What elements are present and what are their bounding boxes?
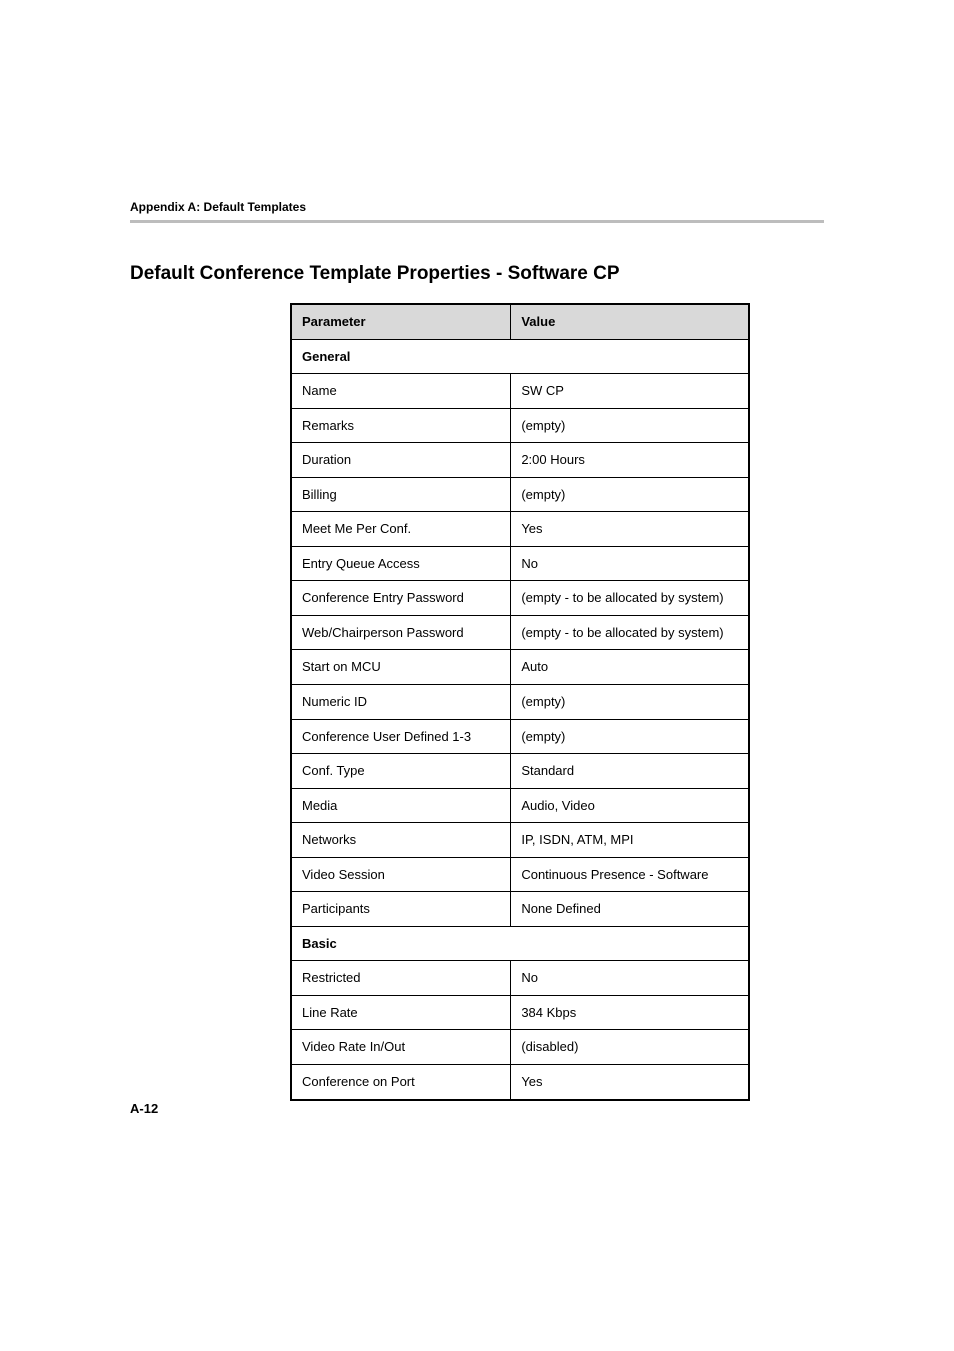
cell-param: Conference on Port (291, 1065, 511, 1100)
table-row: ParticipantsNone Defined (291, 892, 749, 927)
table-row: Conference User Defined 1-3(empty) (291, 719, 749, 754)
cell-param: Conference User Defined 1-3 (291, 719, 511, 754)
cell-value: Yes (511, 512, 749, 547)
table-row: Conf. TypeStandard (291, 754, 749, 789)
table-row: MediaAudio, Video (291, 788, 749, 823)
page-title: Default Conference Template Properties -… (130, 263, 824, 285)
table-row: Line Rate384 Kbps (291, 995, 749, 1030)
header-divider (130, 220, 824, 223)
cell-param: Media (291, 788, 511, 823)
cell-param: Meet Me Per Conf. (291, 512, 511, 547)
cell-value: Standard (511, 754, 749, 789)
cell-value: (empty) (511, 477, 749, 512)
table-row: Billing(empty) (291, 477, 749, 512)
cell-param: Line Rate (291, 995, 511, 1030)
cell-param: Duration (291, 443, 511, 478)
cell-value: 2:00 Hours (511, 443, 749, 478)
cell-param: Conf. Type (291, 754, 511, 789)
cell-param: Web/Chairperson Password (291, 615, 511, 650)
cell-param: Video Session (291, 857, 511, 892)
cell-value: Yes (511, 1065, 749, 1100)
table-row: Numeric ID(empty) (291, 685, 749, 720)
table-row: Conference Entry Password(empty - to be … (291, 581, 749, 616)
cell-param: Billing (291, 477, 511, 512)
table-row: Web/Chairperson Password(empty - to be a… (291, 615, 749, 650)
cell-value: IP, ISDN, ATM, MPI (511, 823, 749, 858)
cell-value: (empty) (511, 719, 749, 754)
cell-value: SW CP (511, 374, 749, 409)
table-row: Remarks(empty) (291, 408, 749, 443)
table-row: Video Rate In/Out(disabled) (291, 1030, 749, 1065)
running-header: Appendix A: Default Templates (130, 200, 824, 214)
column-header-value: Value (511, 304, 749, 339)
table-section-row: General (291, 339, 749, 374)
table-row: NetworksIP, ISDN, ATM, MPI (291, 823, 749, 858)
cell-value: (empty) (511, 408, 749, 443)
table-row: Meet Me Per Conf.Yes (291, 512, 749, 547)
properties-table: Parameter Value General NameSW CP Remark… (290, 303, 750, 1101)
cell-param: Numeric ID (291, 685, 511, 720)
cell-param: Participants (291, 892, 511, 927)
table-row: Start on MCUAuto (291, 650, 749, 685)
page: Appendix A: Default Templates Default Co… (0, 0, 954, 1351)
table-row: Duration2:00 Hours (291, 443, 749, 478)
table-section-heading: General (291, 339, 749, 374)
cell-value: No (511, 961, 749, 996)
cell-param: Remarks (291, 408, 511, 443)
cell-param: Restricted (291, 961, 511, 996)
cell-value: (disabled) (511, 1030, 749, 1065)
table-row: Entry Queue AccessNo (291, 546, 749, 581)
table-section-row: Basic (291, 926, 749, 961)
cell-value: (empty - to be allocated by system) (511, 581, 749, 616)
table-row: Video SessionContinuous Presence - Softw… (291, 857, 749, 892)
cell-param: Start on MCU (291, 650, 511, 685)
cell-value: None Defined (511, 892, 749, 927)
page-number: A-12 (130, 1101, 158, 1116)
cell-value: (empty) (511, 685, 749, 720)
cell-param: Name (291, 374, 511, 409)
cell-value: 384 Kbps (511, 995, 749, 1030)
cell-param: Conference Entry Password (291, 581, 511, 616)
table-row: RestrictedNo (291, 961, 749, 996)
table-row: Conference on PortYes (291, 1065, 749, 1100)
cell-param: Entry Queue Access (291, 546, 511, 581)
cell-value: Audio, Video (511, 788, 749, 823)
cell-param: Video Rate In/Out (291, 1030, 511, 1065)
column-header-parameter: Parameter (291, 304, 511, 339)
table-header-row: Parameter Value (291, 304, 749, 339)
cell-param: Networks (291, 823, 511, 858)
cell-value: No (511, 546, 749, 581)
cell-value: (empty - to be allocated by system) (511, 615, 749, 650)
table-row: NameSW CP (291, 374, 749, 409)
table-section-heading: Basic (291, 926, 749, 961)
cell-value: Auto (511, 650, 749, 685)
cell-value: Continuous Presence - Software (511, 857, 749, 892)
